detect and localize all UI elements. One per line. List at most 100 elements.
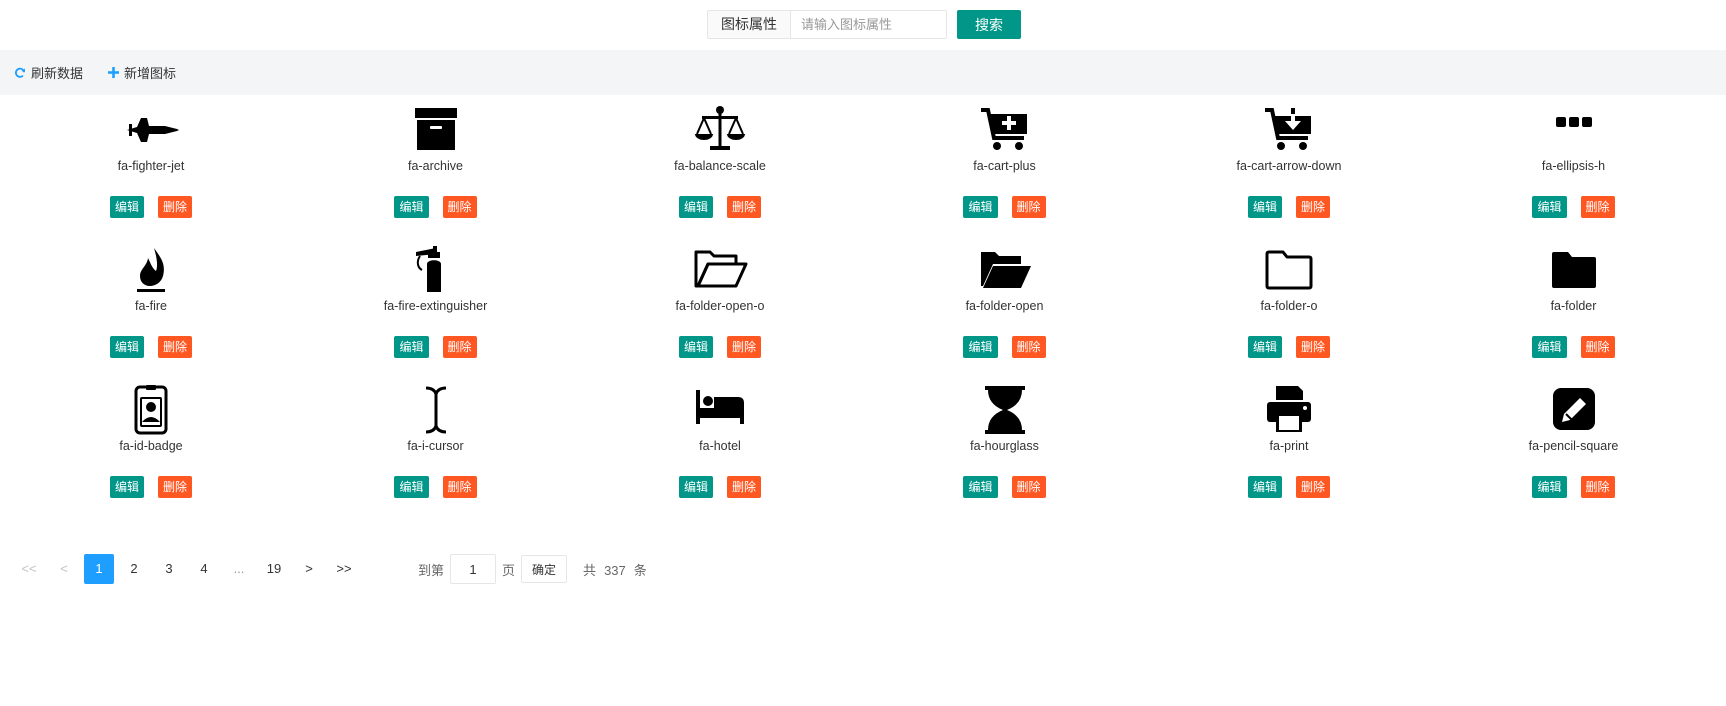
last-page-number-button[interactable]: 19 [259, 554, 289, 584]
delete-button[interactable]: 删除 [727, 336, 762, 358]
edit-button[interactable]: 编辑 [963, 336, 998, 358]
edit-button[interactable]: 编辑 [678, 476, 713, 498]
icon-card: fa-fire-extinguisher 编辑 删除 [294, 244, 578, 358]
edit-button[interactable]: 编辑 [109, 336, 144, 358]
balance-scale-icon [690, 104, 750, 156]
icon-name: fa-folder [1550, 299, 1597, 313]
delete-button[interactable]: 删除 [158, 336, 193, 358]
delete-button[interactable]: 删除 [727, 476, 762, 498]
page-ellipsis: ... [233, 561, 245, 576]
icon-actions: 编辑 删除 [9, 196, 293, 218]
folder-o-icon [1259, 244, 1319, 296]
icon-card: fa-cart-arrow-down 编辑 删除 [1147, 104, 1431, 218]
prev-page-button[interactable]: < [49, 554, 79, 584]
fighter-jet-icon [121, 104, 181, 156]
refresh-label: 刷新数据 [31, 66, 84, 81]
edit-button[interactable]: 编辑 [963, 476, 998, 498]
delete-button[interactable]: 删除 [1011, 476, 1046, 498]
delete-button[interactable]: 删除 [727, 196, 762, 218]
icon-row: fa-fighter-jet 编辑 删除 fa-archive 编辑 删除 fa-balan… [0, 104, 1726, 244]
delete-button[interactable]: 删除 [1296, 336, 1331, 358]
edit-button[interactable]: 编辑 [1247, 336, 1282, 358]
search-input[interactable] [790, 10, 947, 39]
edit-button[interactable]: 编辑 [109, 196, 144, 218]
add-label: 新增图标 [124, 66, 177, 81]
page-4-button[interactable]: 4 [189, 554, 219, 584]
icon-grid: fa-fighter-jet 编辑 删除 fa-archive 编辑 删除 fa-balan… [0, 104, 1726, 524]
edit-button[interactable]: 编辑 [394, 336, 429, 358]
icon-card: fa-ellipsis-h 编辑 删除 [1432, 104, 1716, 218]
delete-button[interactable]: 删除 [158, 476, 193, 498]
ellipsis-h-icon [1544, 104, 1604, 156]
icon-card: fa-archive 编辑 删除 [294, 104, 578, 218]
icon-actions: 编辑 删除 [9, 476, 293, 498]
icon-name: fa-cart-arrow-down [1236, 159, 1342, 173]
icon-card: fa-i-cursor 编辑 删除 [294, 384, 578, 498]
icon-name: fa-fire [135, 299, 167, 313]
edit-button[interactable]: 编辑 [678, 196, 713, 218]
folder-open-o-icon [690, 244, 750, 296]
icon-actions: 编辑 删除 [1147, 336, 1431, 358]
delete-button[interactable]: 删除 [1011, 336, 1046, 358]
total-number: 337 [604, 562, 626, 578]
total-count: 共 337 条 [579, 560, 651, 579]
icon-actions: 编辑 删除 [1432, 476, 1716, 498]
icon-card: fa-print 编辑 删除 [1147, 384, 1431, 498]
page-1-button[interactable]: 1 [84, 554, 114, 584]
edit-button[interactable]: 编辑 [678, 336, 713, 358]
delete-button[interactable]: 删除 [158, 196, 193, 218]
icon-row: fa-id-badge 编辑 删除 fa-i-cursor 编辑 删除 fa-hotel 编辑… [0, 384, 1726, 524]
icon-name: fa-i-cursor [407, 439, 464, 453]
delete-button[interactable]: 删除 [442, 196, 477, 218]
edit-button[interactable]: 编辑 [1532, 196, 1567, 218]
edit-button[interactable]: 编辑 [109, 476, 144, 498]
icon-name: fa-hourglass [970, 439, 1039, 453]
edit-button[interactable]: 编辑 [963, 196, 998, 218]
page-3-button[interactable]: 3 [154, 554, 184, 584]
add-icon-button[interactable]: 新增图标 [108, 63, 176, 82]
icon-name: fa-pencil-square [1528, 439, 1619, 453]
delete-button[interactable]: 删除 [1296, 196, 1331, 218]
edit-button[interactable]: 编辑 [1247, 476, 1282, 498]
icon-actions: 编辑 删除 [578, 196, 862, 218]
icon-card: fa-hourglass 编辑 删除 [863, 384, 1147, 498]
edit-button[interactable]: 编辑 [394, 196, 429, 218]
search-button[interactable]: 搜索 [957, 10, 1021, 39]
edit-button[interactable]: 编辑 [1532, 476, 1567, 498]
edit-button[interactable]: 编辑 [394, 476, 429, 498]
delete-button[interactable]: 删除 [442, 476, 477, 498]
icon-card: fa-balance-scale 编辑 删除 [578, 104, 862, 218]
icon-card: fa-folder 编辑 删除 [1432, 244, 1716, 358]
goto-prefix: 到第 [418, 562, 445, 578]
edit-button[interactable]: 编辑 [1532, 336, 1567, 358]
icon-actions: 编辑 删除 [1147, 476, 1431, 498]
goto-page-input[interactable] [450, 554, 497, 584]
delete-button[interactable]: 删除 [1011, 196, 1046, 218]
total-prefix: 共 [583, 562, 597, 578]
print-icon [1259, 384, 1319, 436]
icon-card: fa-folder-o 编辑 删除 [1147, 244, 1431, 358]
fire-icon [121, 244, 181, 296]
first-page-button[interactable]: << [14, 554, 44, 584]
toolbar: 刷新数据 新增图标 [0, 50, 1726, 95]
last-page-button[interactable]: >> [329, 554, 359, 584]
icon-actions: 编辑 删除 [9, 336, 293, 358]
edit-button[interactable]: 编辑 [1247, 196, 1282, 218]
delete-button[interactable]: 删除 [1580, 476, 1615, 498]
delete-button[interactable]: 删除 [1296, 476, 1331, 498]
folder-icon [1544, 244, 1604, 296]
delete-button[interactable]: 删除 [1580, 336, 1615, 358]
next-page-button[interactable]: > [294, 554, 324, 584]
delete-button[interactable]: 删除 [442, 336, 477, 358]
icon-name: fa-fire-extinguisher [383, 299, 488, 313]
hourglass-icon [975, 384, 1035, 436]
delete-button[interactable]: 删除 [1580, 196, 1615, 218]
icon-card: fa-cart-plus 编辑 删除 [863, 104, 1147, 218]
icon-name: fa-id-badge [119, 439, 183, 453]
hotel-icon [690, 384, 750, 436]
page-2-button[interactable]: 2 [119, 554, 149, 584]
refresh-button[interactable]: 刷新数据 [14, 63, 83, 82]
goto-confirm-button[interactable]: 确定 [521, 555, 568, 583]
icon-name: fa-balance-scale [674, 159, 766, 173]
refresh-icon [15, 67, 26, 78]
